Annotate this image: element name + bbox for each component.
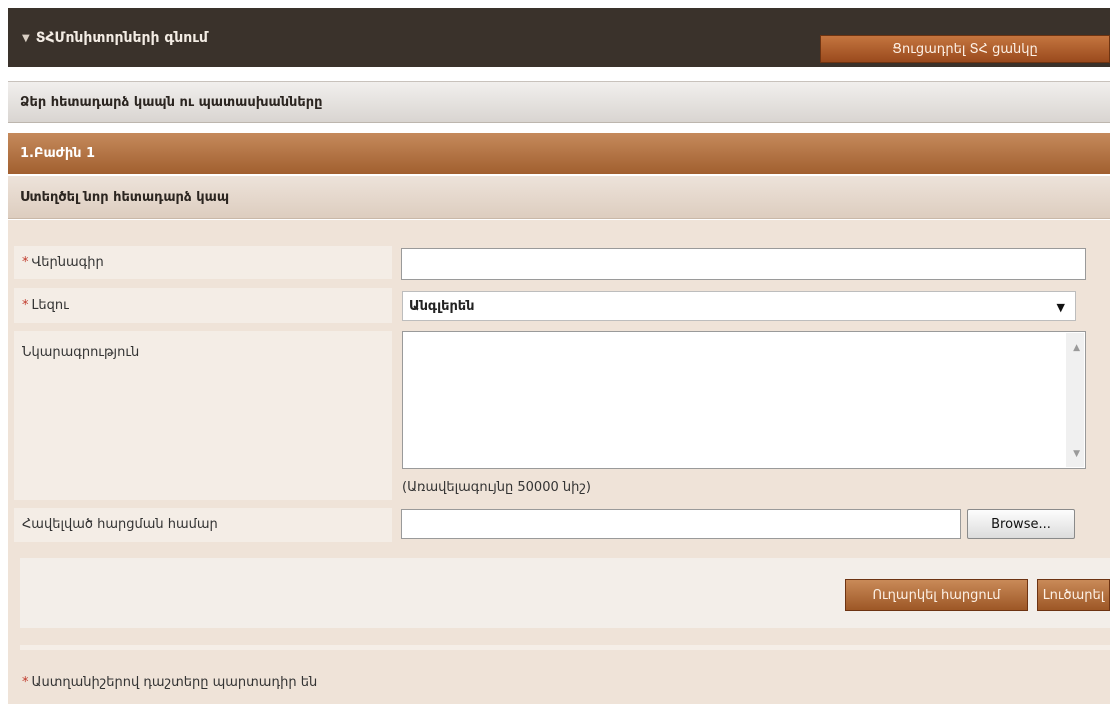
cancel-button[interactable]: Լուծարել (1037, 579, 1110, 611)
required-fields-note: * Աստղանիշերով դաշտերը պարտադիր են (22, 675, 317, 690)
tender-header: ▼ ՏՀՄոնիտորների գնում Ցուցադրել ՏՀ ցանկը (8, 8, 1110, 67)
required-mark: * (22, 255, 29, 270)
description-hint: (Առավելագույնը 50000 նիշ) (402, 480, 591, 495)
title-label-text: Վերնագիր (31, 255, 104, 270)
scroll-down-icon[interactable]: ▼ (1073, 449, 1080, 459)
scroll-up-icon[interactable]: ▲ (1073, 343, 1080, 353)
language-select[interactable]: Անգլերեն ▼ (402, 291, 1076, 321)
new-feedback-header: Ստեղծել նոր հետադարձ կապ (8, 176, 1110, 219)
required-note-text: Աստղանիշերով դաշտերը պարտադիր են (31, 675, 318, 690)
language-selected-value: Անգլերեն (409, 298, 475, 314)
chevron-down-icon[interactable]: ▼ (1057, 301, 1065, 314)
show-list-button[interactable]: Ցուցադրել ՏՀ ցանկը (820, 35, 1110, 63)
browse-button[interactable]: Browse... (967, 509, 1075, 539)
title-label: * Վերնագիր (14, 246, 392, 279)
textarea-scrollbar[interactable]: ▲ ▼ (1066, 333, 1084, 467)
required-mark: * (22, 675, 29, 690)
divider (20, 645, 1110, 650)
attachment-path-input[interactable] (401, 509, 961, 539)
description-label: Նկարագրություն (14, 331, 392, 500)
section-toggle[interactable]: ▼ ՏՀՄոնիտորների գնում (22, 30, 208, 46)
attachment-label: Հավելված հարցման համար (14, 508, 392, 542)
language-label-text: Լեզու (31, 298, 69, 313)
qa-section-header: Ձեր հետադարձ կապն ու պատասխանները (8, 81, 1110, 123)
description-textarea[interactable]: ▲ ▼ (402, 331, 1086, 469)
required-mark: * (22, 298, 29, 313)
triangle-down-icon[interactable]: ▼ (22, 33, 30, 44)
submit-request-button[interactable]: Ուղարկել հարցում (845, 579, 1028, 611)
language-label: * Լեզու (14, 288, 392, 323)
page-title: ՏՀՄոնիտորների գնում (35, 30, 208, 46)
lot-header: 1.Բաժին 1 (8, 133, 1110, 174)
title-input[interactable] (401, 248, 1086, 280)
